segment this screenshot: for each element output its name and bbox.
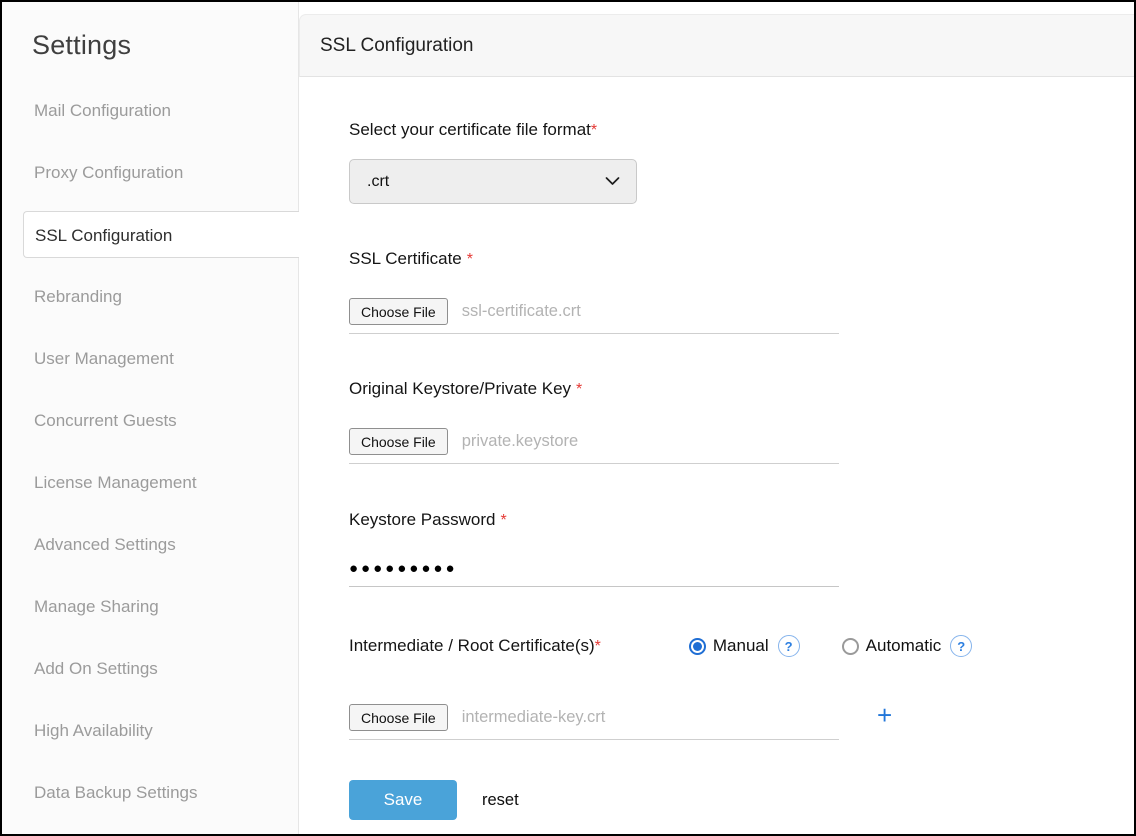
add-certificate-plus-icon[interactable]: + bbox=[877, 702, 892, 728]
ssl-certificate-file-input[interactable]: Choose File ssl-certificate.crt bbox=[349, 298, 839, 334]
certificate-format-label: Select your certificate file format* bbox=[349, 121, 1134, 140]
manual-radio-group: Manual ? bbox=[689, 635, 800, 657]
main-content: SSL Configuration Select your certificat… bbox=[299, 2, 1134, 834]
intermediate-file-input[interactable]: Choose File intermediate-key.crt bbox=[349, 704, 839, 740]
field-keystore: Original Keystore/Private Key* Choose Fi… bbox=[349, 380, 1134, 464]
certificate-format-select[interactable]: .crt bbox=[349, 159, 637, 204]
required-asterisk: * bbox=[591, 122, 597, 139]
field-intermediate-certificates: Intermediate / Root Certificate(s)* Manu… bbox=[349, 635, 1134, 657]
required-asterisk: * bbox=[500, 512, 506, 529]
keystore-label: Original Keystore/Private Key* bbox=[349, 380, 1134, 399]
keystore-file-input[interactable]: Choose File private.keystore bbox=[349, 428, 839, 464]
sidebar-item-user-management[interactable]: User Management bbox=[2, 335, 298, 382]
field-certificate-format: Select your certificate file format* .cr… bbox=[349, 121, 1134, 204]
sidebar-item-high-availability[interactable]: High Availability bbox=[2, 707, 298, 754]
page-title: SSL Configuration bbox=[320, 35, 474, 57]
settings-window: Settings Mail Configuration Proxy Config… bbox=[0, 0, 1136, 836]
automatic-radio[interactable] bbox=[842, 638, 859, 655]
sidebar-item-mail-configuration[interactable]: Mail Configuration bbox=[2, 87, 298, 134]
manual-help-icon[interactable]: ? bbox=[778, 635, 800, 657]
automatic-radio-label[interactable]: Automatic bbox=[866, 636, 942, 656]
sidebar-item-data-backup-settings[interactable]: Data Backup Settings bbox=[2, 769, 298, 816]
intermediate-label: Intermediate / Root Certificate(s)* bbox=[349, 637, 601, 656]
save-button[interactable]: Save bbox=[349, 780, 457, 820]
required-asterisk: * bbox=[467, 251, 473, 268]
sidebar-item-add-on-settings[interactable]: Add On Settings bbox=[2, 645, 298, 692]
chevron-down-icon bbox=[605, 173, 620, 191]
intermediate-file-row: Choose File intermediate-key.crt + bbox=[349, 704, 1134, 740]
field-ssl-certificate: SSL Certificate* Choose File ssl-certifi… bbox=[349, 250, 1134, 334]
ssl-certificate-placeholder: ssl-certificate.crt bbox=[462, 302, 581, 321]
sidebar-item-manage-sharing[interactable]: Manage Sharing bbox=[2, 583, 298, 630]
automatic-radio-group: Automatic ? bbox=[842, 635, 973, 657]
reset-link[interactable]: reset bbox=[482, 791, 519, 810]
intermediate-choose-file-button[interactable]: Choose File bbox=[349, 704, 448, 731]
keystore-placeholder: private.keystore bbox=[462, 432, 578, 451]
sidebar-item-proxy-configuration[interactable]: Proxy Configuration bbox=[2, 149, 298, 196]
settings-sidebar: Settings Mail Configuration Proxy Config… bbox=[2, 2, 299, 834]
ssl-certificate-label: SSL Certificate* bbox=[349, 250, 1134, 269]
sidebar-item-advanced-settings[interactable]: Advanced Settings bbox=[2, 521, 298, 568]
sidebar-item-ssl-configuration[interactable]: SSL Configuration bbox=[23, 211, 299, 258]
settings-nav: Mail Configuration Proxy Configuration S… bbox=[2, 87, 298, 816]
content-header: SSL Configuration bbox=[299, 14, 1134, 77]
ssl-certificate-choose-file-button[interactable]: Choose File bbox=[349, 298, 448, 325]
certificate-format-value: .crt bbox=[367, 173, 389, 191]
sidebar-item-license-management[interactable]: License Management bbox=[2, 459, 298, 506]
intermediate-placeholder: intermediate-key.crt bbox=[462, 708, 606, 727]
keystore-password-input[interactable]: ●●●●●●●●● bbox=[349, 560, 839, 587]
sidebar-item-rebranding[interactable]: Rebranding bbox=[2, 273, 298, 320]
manual-radio-label[interactable]: Manual bbox=[713, 636, 769, 656]
automatic-help-icon[interactable]: ? bbox=[950, 635, 972, 657]
form-actions: Save reset bbox=[349, 780, 1134, 820]
keystore-choose-file-button[interactable]: Choose File bbox=[349, 428, 448, 455]
required-asterisk: * bbox=[576, 381, 582, 398]
sidebar-title: Settings bbox=[2, 2, 298, 62]
manual-radio[interactable] bbox=[689, 638, 706, 655]
keystore-password-label: Keystore Password* bbox=[349, 511, 1134, 530]
field-keystore-password: Keystore Password* ●●●●●●●●● bbox=[349, 511, 1134, 587]
sidebar-item-concurrent-guests[interactable]: Concurrent Guests bbox=[2, 397, 298, 444]
ssl-configuration-form: Select your certificate file format* .cr… bbox=[299, 77, 1134, 820]
required-asterisk: * bbox=[595, 638, 601, 655]
